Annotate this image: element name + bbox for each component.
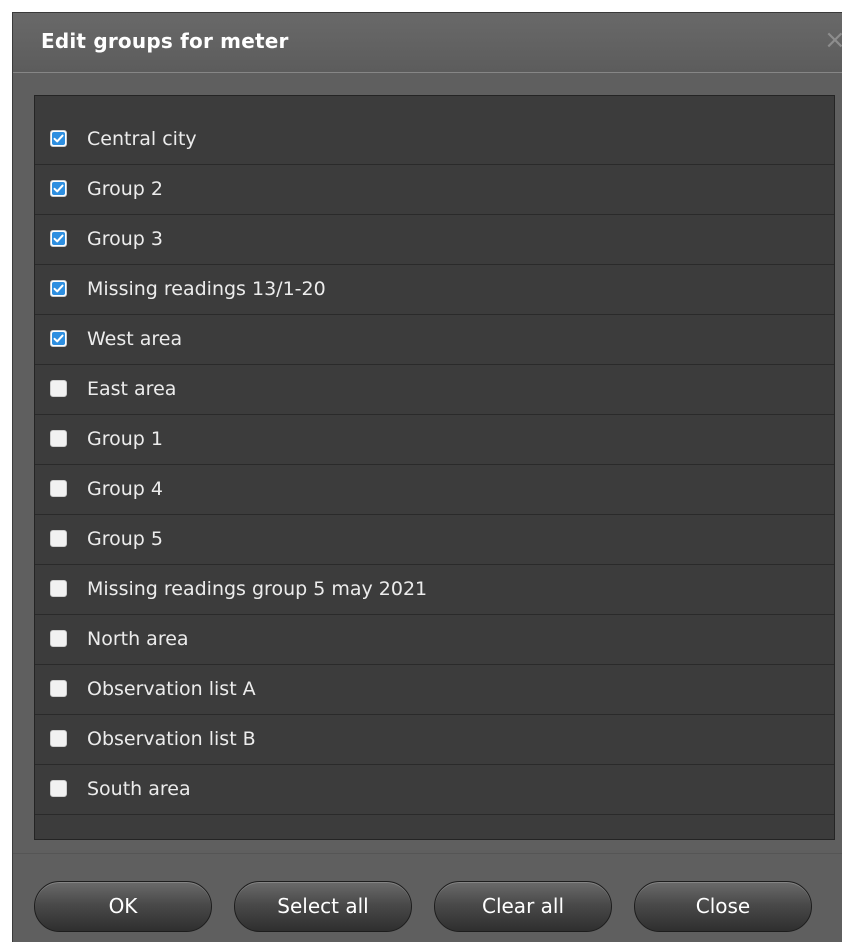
edit-groups-dialog: Edit groups for meter × Central city Grou… (12, 12, 842, 942)
group-label: Group 5 (87, 528, 163, 550)
checkbox-unchecked[interactable] (50, 730, 67, 747)
group-row[interactable]: Observation list B (35, 715, 834, 765)
checkbox-unchecked[interactable] (50, 380, 67, 397)
group-label: Missing readings 13/1-20 (87, 278, 326, 300)
group-label: Group 2 (87, 178, 163, 200)
checkbox-checked[interactable] (50, 280, 67, 297)
group-label: Group 3 (87, 228, 163, 250)
checkmark-icon (52, 182, 65, 195)
group-label: Missing readings group 5 may 2021 (87, 578, 428, 600)
checkbox-unchecked[interactable] (50, 780, 67, 797)
group-row[interactable]: Group 1 (35, 415, 834, 465)
group-row[interactable]: Group 3 (35, 215, 834, 265)
ok-button[interactable]: OK (34, 881, 212, 932)
clear-all-button[interactable]: Clear all (434, 881, 612, 932)
group-row[interactable]: East area (35, 365, 834, 415)
checkbox-unchecked[interactable] (50, 430, 67, 447)
group-row[interactable]: Observation list A (35, 665, 834, 715)
checkmark-icon (52, 332, 65, 345)
checkbox-unchecked[interactable] (50, 480, 67, 497)
group-label: Group 1 (87, 428, 163, 450)
close-button[interactable]: Close (634, 881, 812, 932)
dialog-titlebar: Edit groups for meter × (13, 13, 842, 73)
group-label: West area (87, 328, 183, 350)
group-row[interactable]: Missing readings group 5 may 2021 (35, 565, 834, 615)
checkbox-checked[interactable] (50, 180, 67, 197)
group-row[interactable]: West area (35, 315, 834, 365)
group-row[interactable]: Group 4 (35, 465, 834, 515)
footer-divider (13, 853, 842, 854)
group-row[interactable]: Group 2 (35, 165, 834, 215)
group-row[interactable]: Group 5 (35, 515, 834, 565)
checkmark-icon (52, 132, 65, 145)
group-label: Observation list A (87, 678, 256, 700)
dialog-title: Edit groups for meter (41, 29, 289, 53)
select-all-button[interactable]: Select all (234, 881, 412, 932)
group-label: North area (87, 628, 189, 650)
group-label: East area (87, 378, 177, 400)
checkbox-checked[interactable] (50, 130, 67, 147)
group-label: South area (87, 778, 191, 800)
group-list[interactable]: Central city Group 2 Group 3 Missing readin… (34, 95, 835, 840)
group-label: Central city (87, 128, 197, 150)
group-list-items: Central city Group 2 Group 3 Missing readin… (35, 115, 834, 815)
checkbox-unchecked[interactable] (50, 580, 67, 597)
checkbox-checked[interactable] (50, 330, 67, 347)
group-label: Group 4 (87, 478, 163, 500)
group-row[interactable]: Missing readings 13/1-20 (35, 265, 834, 315)
close-icon[interactable]: × (824, 27, 842, 53)
checkbox-unchecked[interactable] (50, 680, 67, 697)
checkbox-checked[interactable] (50, 230, 67, 247)
checkbox-unchecked[interactable] (50, 630, 67, 647)
checkbox-unchecked[interactable] (50, 530, 67, 547)
group-label: Observation list B (87, 728, 256, 750)
group-row[interactable]: South area (35, 765, 834, 815)
checkmark-icon (52, 282, 65, 295)
group-row[interactable]: North area (35, 615, 834, 665)
checkmark-icon (52, 232, 65, 245)
group-row[interactable]: Central city (35, 115, 834, 165)
